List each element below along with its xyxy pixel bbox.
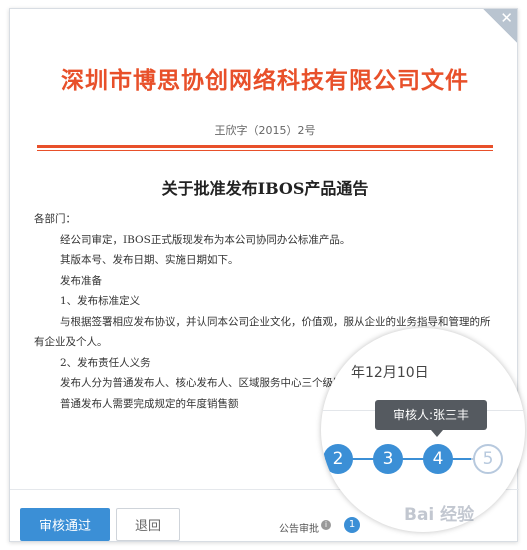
text-line: 发布准备 (60, 274, 102, 287)
date-text: 年12月10日 (351, 365, 429, 381)
header-rule-thick (37, 145, 493, 148)
watermark: Bai 经验 (404, 505, 475, 525)
approval-step[interactable]: 3 (373, 444, 403, 474)
approve-button[interactable]: 审核通过 (20, 508, 110, 541)
document-number: 王欣字（2015）2号 (214, 124, 316, 137)
document-subject: 关于批准发布IBOS产品通告 (161, 179, 369, 198)
text-line: 1、发布标准定义 (60, 295, 141, 307)
info-icon[interactable]: i (321, 520, 331, 530)
approval-step[interactable]: 2 (323, 444, 353, 474)
text-line: 其版本号、发布日期、实施日期如下。 (60, 254, 239, 266)
header-rule-thin (37, 150, 493, 151)
text-line: 经公司审定，IBOS正式版现发布为本公司协同办公标准产品。 (60, 233, 351, 246)
reviewer-tooltip: 审核人:张三丰 (375, 400, 487, 430)
approval-label: 公告审批 (279, 524, 319, 535)
text-line: 各部门： (34, 213, 76, 225)
return-button[interactable]: 退回 (116, 508, 180, 541)
approval-step-current[interactable]: 1 (344, 517, 360, 533)
company-title: 深圳市博思协创网络科技有限公司文件 (61, 67, 469, 94)
tooltip-arrow (431, 430, 443, 437)
approval-step[interactable]: 4 (423, 444, 453, 474)
approval-step[interactable]: 5 (473, 444, 503, 474)
